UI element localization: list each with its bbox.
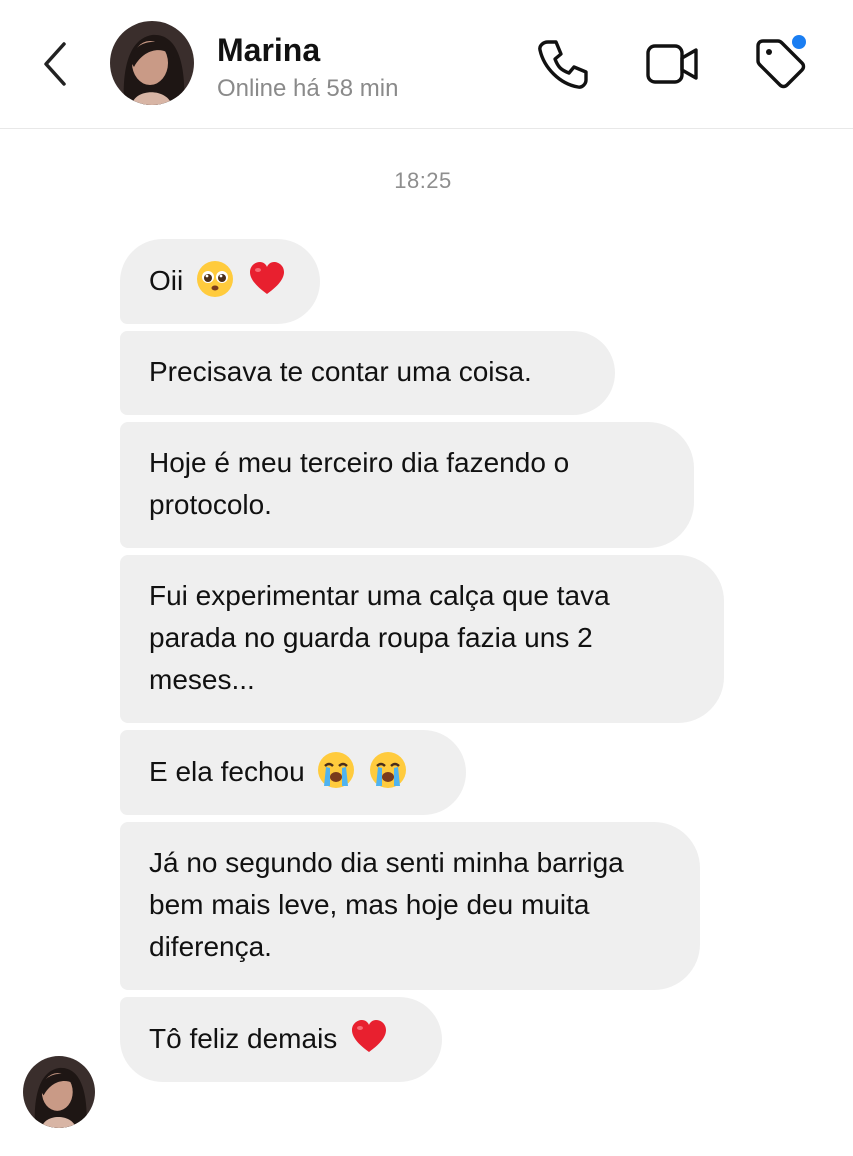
loudly-crying-face-emoji (318, 752, 355, 788)
chat-header: Marina Online há 58 min (0, 0, 853, 129)
message-bubble[interactable]: E ela fechou (120, 730, 466, 815)
message-timestamp: 18:25 (394, 168, 452, 193)
voice-call-button[interactable] (534, 36, 590, 92)
chevron-left-icon (44, 42, 66, 86)
message-text: Oii (149, 265, 184, 296)
back-button[interactable] (36, 38, 76, 90)
message-bubble[interactable]: Já no segundo dia senti minha barriga be… (120, 822, 700, 990)
message-bubble[interactable]: Fui experimentar uma calça que tava para… (120, 555, 724, 723)
message-bubble[interactable]: Tô feliz demais (120, 997, 442, 1082)
message-bubble[interactable]: Precisava te contar uma coisa. (120, 331, 615, 415)
video-call-button[interactable] (644, 36, 700, 92)
red-heart-emoji (249, 262, 284, 294)
contact-avatar[interactable] (110, 21, 194, 105)
phone-icon (538, 40, 588, 89)
tag-button[interactable] (752, 35, 808, 92)
loudly-crying-face-emoji (370, 752, 407, 788)
message-list: Oii Precisava te contar uma coisa. Hoje … (120, 239, 800, 1082)
chat-screen: Marina Online há 58 min 18:25 Oii Precis… (0, 0, 853, 1156)
contact-status: Online há 58 min (217, 75, 399, 102)
message-bubble[interactable]: Hoje é meu terceiro dia fazendo o protoc… (120, 422, 694, 548)
message-text: Já no segundo dia senti minha barriga be… (149, 847, 624, 962)
video-camera-icon (646, 44, 698, 84)
message-text: Tô feliz demais (149, 1023, 338, 1054)
message-bubble[interactable]: Oii (120, 239, 320, 324)
sender-avatar[interactable] (23, 1056, 95, 1128)
message-text: Precisava te contar uma coisa. (149, 356, 532, 387)
message-text: Fui experimentar uma calça que tava para… (149, 580, 610, 695)
message-text: E ela fechou (149, 756, 305, 787)
red-heart-emoji (352, 1020, 387, 1052)
pleading-face-emoji (197, 261, 234, 297)
message-text: Hoje é meu terceiro dia fazendo o protoc… (149, 447, 570, 520)
contact-name[interactable]: Marina (217, 30, 320, 70)
notification-dot (792, 35, 806, 49)
